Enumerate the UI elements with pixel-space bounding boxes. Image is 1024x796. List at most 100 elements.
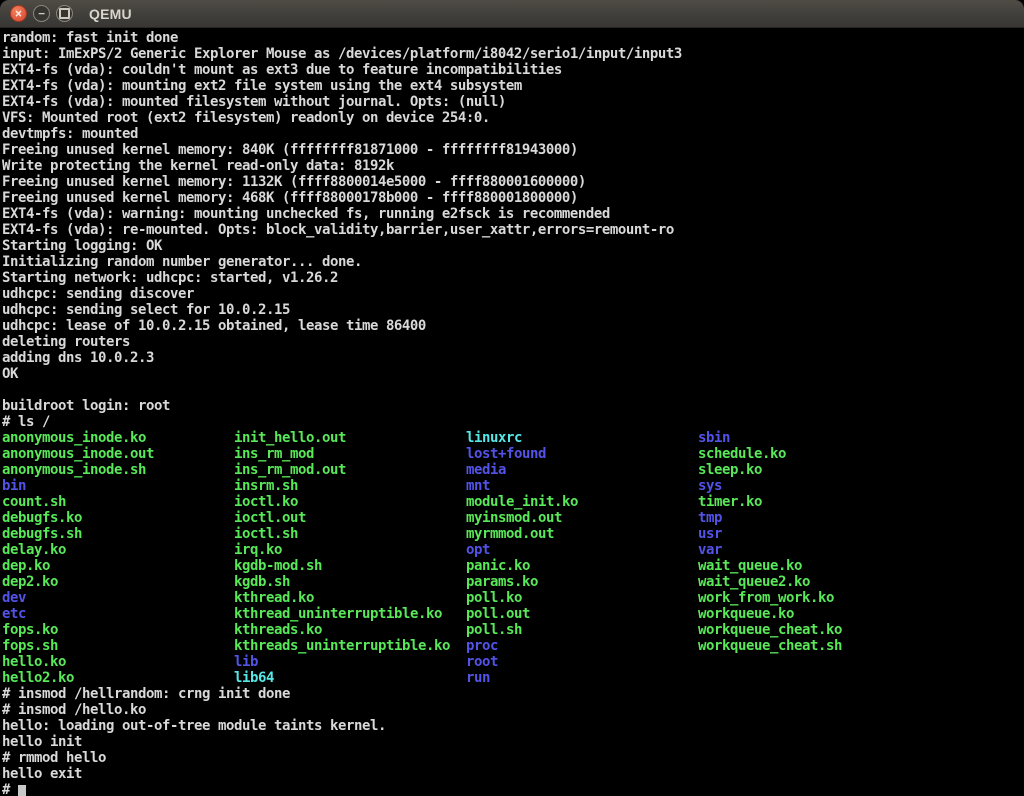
file-entry: root — [466, 654, 498, 670]
file-entry: dep2.ko — [2, 574, 234, 590]
file-entry: anonymous_inode.out — [2, 446, 234, 462]
minimize-button[interactable]: − — [33, 5, 50, 22]
file-entry: count.sh — [2, 494, 234, 510]
terminal-line: etckthread_uninterruptible.kopoll.outwor… — [2, 606, 1024, 622]
file-entry: workqueue_cheat.sh — [698, 638, 842, 654]
file-entry: fops.ko — [2, 622, 234, 638]
file-entry: params.ko — [466, 574, 698, 590]
terminal-line: # — [2, 782, 1024, 796]
terminal-line: Freeing unused kernel memory: 840K (ffff… — [2, 142, 1024, 158]
terminal-line: Initializing random number generator... … — [2, 254, 1024, 270]
terminal-line: EXT4-fs (vda): mounting ext2 file system… — [2, 78, 1024, 94]
file-entry: kgdb.sh — [234, 574, 466, 590]
file-entry: sys — [698, 478, 722, 494]
terminal-line — [2, 382, 1024, 398]
terminal-line: hello init — [2, 734, 1024, 750]
file-entry: debugfs.ko — [2, 510, 234, 526]
window-titlebar: × − QEMU — [0, 0, 1024, 28]
file-entry: usr — [698, 526, 722, 542]
file-entry: module_init.ko — [466, 494, 698, 510]
file-entry: wait_queue.ko — [698, 558, 802, 574]
terminal-line: buildroot login: root — [2, 398, 1024, 414]
terminal-line: udhcpc: lease of 10.0.2.15 obtained, lea… — [2, 318, 1024, 334]
file-entry: insrm.sh — [234, 478, 466, 494]
terminal-line: devtmpfs: mounted — [2, 126, 1024, 142]
file-entry: ioctl.sh — [234, 526, 466, 542]
file-entry: kthreads_uninterruptible.ko — [234, 638, 466, 654]
file-entry: anonymous_inode.sh — [2, 462, 234, 478]
maximize-icon — [59, 8, 70, 19]
terminal-line: anonymous_inode.outins_rm_modlost+founds… — [2, 446, 1024, 462]
terminal-line: hello.kolibroot — [2, 654, 1024, 670]
terminal-line: delay.koirq.kooptvar — [2, 542, 1024, 558]
file-entry: ins_rm_mod.out — [234, 462, 466, 478]
file-entry: media — [466, 462, 698, 478]
terminal-line: debugfs.shioctl.shmyrmmod.outusr — [2, 526, 1024, 542]
terminal-line: adding dns 10.0.2.3 — [2, 350, 1024, 366]
file-entry: var — [698, 542, 722, 558]
terminal-line: VFS: Mounted root (ext2 filesystem) read… — [2, 110, 1024, 126]
file-entry: timer.ko — [698, 494, 762, 510]
file-entry: proc — [466, 638, 698, 654]
terminal-line: fops.shkthreads_uninterruptible.koprocwo… — [2, 638, 1024, 654]
terminal-line: Freeing unused kernel memory: 1132K (fff… — [2, 174, 1024, 190]
minimize-icon: − — [38, 8, 45, 19]
file-entry: mnt — [466, 478, 698, 494]
file-entry: lost+found — [466, 446, 698, 462]
terminal-line: hello: loading out-of-tree module taints… — [2, 718, 1024, 734]
file-entry: dep.ko — [2, 558, 234, 574]
file-entry: workqueue_cheat.ko — [698, 622, 842, 638]
terminal-line: Starting network: udhcpc: started, v1.26… — [2, 270, 1024, 286]
file-entry: ioctl.out — [234, 510, 466, 526]
file-entry: myinsmod.out — [466, 510, 698, 526]
terminal-screen[interactable]: random: fast init doneinput: ImExPS/2 Ge… — [0, 28, 1024, 796]
terminal-line: # insmod /hello.ko — [2, 702, 1024, 718]
terminal-line: Write protecting the kernel read-only da… — [2, 158, 1024, 174]
file-entry: lib64 — [234, 670, 466, 686]
terminal-line: EXT4-fs (vda): couldn't mount as ext3 du… — [2, 62, 1024, 78]
file-entry: myrmmod.out — [466, 526, 698, 542]
file-entry: work_from_work.ko — [698, 590, 834, 606]
file-entry: dev — [2, 590, 234, 606]
terminal-line: dep.kokgdb-mod.shpanic.kowait_queue.ko — [2, 558, 1024, 574]
file-entry: opt — [466, 542, 698, 558]
file-entry: init_hello.out — [234, 430, 466, 446]
file-entry: tmp — [698, 510, 722, 526]
file-entry: poll.ko — [466, 590, 698, 606]
close-button[interactable]: × — [10, 5, 27, 22]
file-entry: lib — [234, 654, 466, 670]
terminal-line: count.shioctl.komodule_init.kotimer.ko — [2, 494, 1024, 510]
terminal-line: fops.kokthreads.kopoll.shworkqueue_cheat… — [2, 622, 1024, 638]
file-entry: irq.ko — [234, 542, 466, 558]
cursor — [18, 785, 26, 796]
terminal-line: dep2.kokgdb.shparams.kowait_queue2.ko — [2, 574, 1024, 590]
terminal-line: udhcpc: sending discover — [2, 286, 1024, 302]
file-entry: fops.sh — [2, 638, 234, 654]
terminal-line: input: ImExPS/2 Generic Explorer Mouse a… — [2, 46, 1024, 62]
terminal-line: debugfs.koioctl.outmyinsmod.outtmp — [2, 510, 1024, 526]
terminal-line: # ls / — [2, 414, 1024, 430]
terminal-line: hello exit — [2, 766, 1024, 782]
file-entry: sbin — [698, 430, 730, 446]
file-entry: ioctl.ko — [234, 494, 466, 510]
file-entry: poll.out — [466, 606, 698, 622]
file-entry: etc — [2, 606, 234, 622]
file-entry: kthreads.ko — [234, 622, 466, 638]
file-entry: hello.ko — [2, 654, 234, 670]
terminal-line: random: fast init done — [2, 30, 1024, 46]
file-entry: sleep.ko — [698, 462, 762, 478]
terminal-line: devkthread.kopoll.kowork_from_work.ko — [2, 590, 1024, 606]
window-title: QEMU — [89, 6, 132, 22]
file-entry: schedule.ko — [698, 446, 786, 462]
terminal-line: Freeing unused kernel memory: 468K (ffff… — [2, 190, 1024, 206]
file-entry: kgdb-mod.sh — [234, 558, 466, 574]
terminal-line: EXT4-fs (vda): warning: mounting uncheck… — [2, 206, 1024, 222]
file-entry: wait_queue2.ko — [698, 574, 810, 590]
terminal-line: # insmod /hellrandom: crng init done — [2, 686, 1024, 702]
file-entry: poll.sh — [466, 622, 698, 638]
maximize-button[interactable] — [56, 5, 73, 22]
file-entry: workqueue.ko — [698, 606, 794, 622]
terminal-line: Starting logging: OK — [2, 238, 1024, 254]
terminal-line: anonymous_inode.shins_rm_mod.outmediasle… — [2, 462, 1024, 478]
terminal-line: anonymous_inode.koinit_hello.outlinuxrcs… — [2, 430, 1024, 446]
